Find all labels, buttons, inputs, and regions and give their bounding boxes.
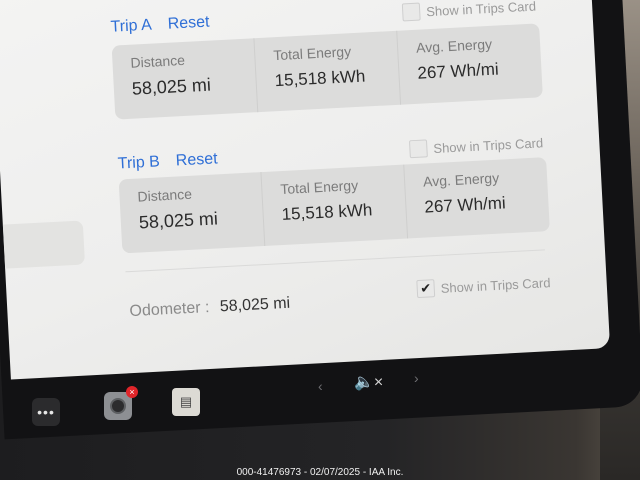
photo-caption: 000-41476973 - 02/07/2025 - IAA Inc. [236, 467, 404, 478]
trip-b-avg-value: 267 Wh/mi [423, 193, 507, 217]
odometer-separator: : [204, 298, 210, 317]
left-panel-edge [2, 220, 86, 269]
trip-b-avg: Avg. Energy 267 Wh/mi [404, 157, 550, 238]
trip-a-card: Distance 58,025 mi Total Energy 15,518 k… [111, 23, 543, 120]
more-apps-button[interactable]: ••• [32, 398, 60, 426]
speaker-muted-icon[interactable]: 🔈× [354, 372, 383, 392]
trip-a-energy: Total Energy 15,518 kWh [254, 30, 402, 113]
trip-a-title: Trip A [110, 16, 153, 36]
odometer-label: Odometer [129, 299, 202, 321]
trip-b-distance-label: Distance [137, 185, 193, 205]
trip-a-energy-label: Total Energy [272, 43, 352, 64]
trip-a-checkbox[interactable] [401, 2, 421, 22]
section-divider [125, 249, 545, 273]
trip-a-energy-value: 15,518 kWh [274, 66, 366, 91]
trip-b-card: Distance 58,025 mi Total Energy 15,518 k… [118, 157, 550, 254]
trip-b-energy-label: Total Energy [279, 177, 359, 198]
trip-a-distance-value: 58,025 mi [131, 74, 212, 99]
trip-b-header: Trip B Reset [117, 150, 218, 173]
trip-b-checkbox[interactable] [408, 139, 428, 159]
trip-b-avg-label: Avg. Energy [422, 169, 500, 190]
trip-b-distance-value: 58,025 mi [138, 208, 219, 233]
volume-up-chevron-icon[interactable]: › [414, 370, 419, 386]
trip-a-show-toggle[interactable]: Show in Trips Card [401, 0, 537, 22]
odometer-show-label: Show in Trips Card [440, 274, 551, 296]
photo-background: Trip A Reset Show in Trips Card Distance… [0, 0, 640, 480]
trip-b-energy: Total Energy 15,518 kWh [261, 164, 409, 246]
error-badge-icon: × [126, 386, 138, 398]
trip-b-show-toggle[interactable]: Show in Trips Card [408, 133, 544, 159]
trip-b-energy-value: 15,518 kWh [281, 200, 373, 225]
trip-a-distance: Distance 58,025 mi [111, 38, 259, 120]
trip-a-avg: Avg. Energy 267 Wh/mi [397, 23, 543, 104]
odometer: Odometer : 58,025 mi [129, 295, 290, 321]
touchscreen: Trip A Reset Show in Trips Card Distance… [0, 0, 611, 380]
odometer-show-toggle[interactable]: ✔ Show in Trips Card [416, 273, 551, 299]
more-icon: ••• [37, 404, 55, 420]
trip-a-avg-value: 267 Wh/mi [416, 59, 500, 83]
trip-a-avg-label: Avg. Energy [415, 35, 493, 56]
trip-a-reset-button[interactable]: Reset [167, 14, 210, 34]
trip-b-show-label: Show in Trips Card [433, 134, 544, 156]
odometer-value: 58,025 mi [219, 294, 291, 316]
trip-b-title: Trip B [117, 153, 161, 173]
trip-a-distance-label: Distance [130, 51, 186, 71]
trip-a-header: Trip A Reset [110, 14, 210, 37]
trip-b-distance: Distance 58,025 mi [118, 172, 266, 254]
camera-icon [110, 398, 126, 414]
trip-b-reset-button[interactable]: Reset [175, 150, 218, 170]
notes-app-button[interactable]: ▤ [172, 388, 200, 416]
odometer-checkbox[interactable]: ✔ [416, 279, 436, 299]
dashcam-app-button[interactable]: × [104, 386, 138, 420]
trip-a-show-label: Show in Trips Card [425, 0, 537, 19]
notepad-icon: ▤ [179, 394, 193, 409]
volume-down-chevron-icon[interactable]: ‹ [318, 378, 323, 394]
